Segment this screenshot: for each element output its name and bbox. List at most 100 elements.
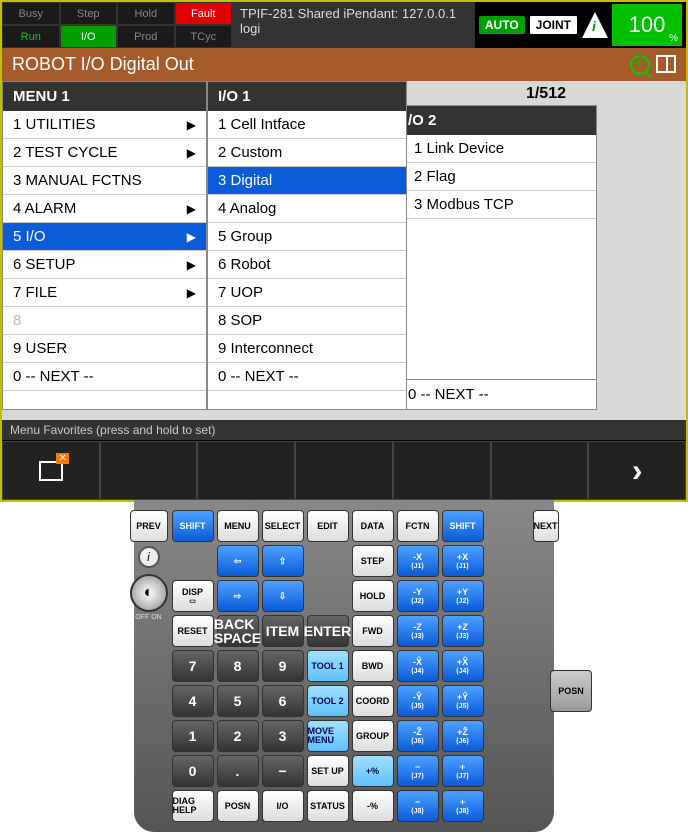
- split-view-icon[interactable]: [656, 55, 676, 73]
- key-step[interactable]: STEP: [352, 545, 394, 577]
- key-jog-xplus[interactable]: +X(J1): [442, 545, 484, 577]
- key-tool1[interactable]: TOOL 1: [307, 650, 349, 682]
- key-jog-yplus[interactable]: +Y(J2): [442, 580, 484, 612]
- menu-item-group[interactable]: 5 Group: [208, 223, 406, 251]
- menu-item-i-o[interactable]: 5 I/O▶: [3, 223, 206, 251]
- menu-item-robot[interactable]: 6 Robot: [208, 251, 406, 279]
- key-jog-yminus[interactable]: -Y(J2): [397, 580, 439, 612]
- key-posn[interactable]: POSN: [217, 790, 259, 822]
- key-jog-rxminus[interactable]: -X̂(J4): [397, 650, 439, 682]
- zoom-icon[interactable]: [630, 55, 650, 75]
- menu-item-setup[interactable]: 6 SETUP▶: [3, 251, 206, 279]
- key-setup[interactable]: SET UP: [307, 755, 349, 787]
- key-num0[interactable]: 0: [172, 755, 214, 787]
- key-group[interactable]: GROUP: [352, 720, 394, 752]
- warning-icon[interactable]: [582, 12, 608, 38]
- key-num4[interactable]: 4: [172, 685, 214, 717]
- key-hold[interactable]: HOLD: [352, 580, 394, 612]
- key-posn-side[interactable]: POSN: [550, 670, 592, 712]
- menu-item-alarm[interactable]: 4 ALARM▶: [3, 195, 206, 223]
- key-backspace[interactable]: BACK SPACE: [217, 615, 259, 647]
- key-num8[interactable]: 8: [217, 650, 259, 682]
- menu-item-test-cycle[interactable]: 2 TEST CYCLE▶: [3, 139, 206, 167]
- key-pctminus[interactable]: -%: [352, 790, 394, 822]
- key-num2[interactable]: 2: [217, 720, 259, 752]
- favorite-slot-2[interactable]: [100, 441, 198, 500]
- menu-item-modbus-tcp[interactable]: 3 Modbus TCP: [398, 191, 596, 219]
- onoff-switch[interactable]: ◐: [130, 574, 168, 612]
- key-jog-zplus[interactable]: +Z(J3): [442, 615, 484, 647]
- key-arrow-up[interactable]: ⇧: [262, 545, 304, 577]
- key-num7[interactable]: 7: [172, 650, 214, 682]
- key-fctn-5[interactable]: FCTN: [397, 510, 439, 542]
- key-jog-ryplus[interactable]: +Ŷ(J5): [442, 685, 484, 717]
- menu-item-link-device[interactable]: 1 Link Device: [398, 135, 596, 163]
- key-jog-ryminus[interactable]: -Ŷ(J5): [397, 685, 439, 717]
- favorite-slot-5[interactable]: [393, 441, 491, 500]
- menu-item-manual-fctns[interactable]: 3 MANUAL FCTNS: [3, 167, 206, 195]
- key-enter[interactable]: ENTER: [307, 615, 349, 647]
- menu-item-file[interactable]: 7 FILE▶: [3, 279, 206, 307]
- key-status[interactable]: STATUS: [307, 790, 349, 822]
- key-jog-j8plus[interactable]: +(J8): [442, 790, 484, 822]
- menu-item-uop[interactable]: 7 UOP: [208, 279, 406, 307]
- favorite-slot-3[interactable]: [197, 441, 295, 500]
- menu-item-interconnect[interactable]: 9 Interconnect: [208, 335, 406, 363]
- key-num5[interactable]: 5: [217, 685, 259, 717]
- key-num9[interactable]: 9: [262, 650, 304, 682]
- menu-item-digital[interactable]: 3 Digital: [208, 167, 406, 195]
- key-jog-rzminus[interactable]: -Ẑ(J6): [397, 720, 439, 752]
- key-item[interactable]: ITEM: [262, 615, 304, 647]
- close-icon[interactable]: [39, 461, 63, 481]
- key-fwd[interactable]: FWD: [352, 615, 394, 647]
- favorites-next[interactable]: ›: [588, 441, 686, 500]
- key-pctplus[interactable]: +%: [352, 755, 394, 787]
- key-arrow-down[interactable]: ⇩: [262, 580, 304, 612]
- key-arrow-right[interactable]: ⇨: [217, 580, 259, 612]
- key-numminus[interactable]: −: [262, 755, 304, 787]
- key-movemenu[interactable]: MOVE MENU: [307, 720, 349, 752]
- menu-item-sop[interactable]: 8 SOP: [208, 307, 406, 335]
- menu-item-user[interactable]: 9 USER: [3, 335, 206, 363]
- key-shift-0[interactable]: SHIFT: [172, 510, 214, 542]
- key-reset[interactable]: RESET: [172, 615, 214, 647]
- key-jog-zminus[interactable]: -Z(J3): [397, 615, 439, 647]
- key-disp[interactable]: DISP▭: [172, 580, 214, 612]
- key-arrow-left[interactable]: ⇦: [217, 545, 259, 577]
- key-menu-1[interactable]: MENU: [217, 510, 259, 542]
- key-jog-xminus[interactable]: -X(J1): [397, 545, 439, 577]
- key-tool2[interactable]: TOOL 2: [307, 685, 349, 717]
- key-jog-j8minus[interactable]: −(J8): [397, 790, 439, 822]
- favorite-slot-4[interactable]: [295, 441, 393, 500]
- key-bwd[interactable]: BWD: [352, 650, 394, 682]
- key-jog-j7minus[interactable]: −(J7): [397, 755, 439, 787]
- menu-item--next-[interactable]: 0 -- NEXT --: [3, 363, 206, 391]
- key-jog-rxplus[interactable]: +X̂(J4): [442, 650, 484, 682]
- key-num6[interactable]: 6: [262, 685, 304, 717]
- key-coord[interactable]: COORD: [352, 685, 394, 717]
- key-num3[interactable]: 3: [262, 720, 304, 752]
- info-icon[interactable]: i: [138, 546, 160, 568]
- key-select-2[interactable]: SELECT: [262, 510, 304, 542]
- menu-item-flag[interactable]: 2 Flag: [398, 163, 596, 191]
- key-edit-3[interactable]: EDIT: [307, 510, 349, 542]
- key-jog-rzplus[interactable]: +Ẑ(J6): [442, 720, 484, 752]
- key-diaghelp[interactable]: DIAG HELP: [172, 790, 214, 822]
- menu-item-utilities[interactable]: 1 UTILITIES▶: [3, 111, 206, 139]
- key-shift-6[interactable]: SHIFT: [442, 510, 484, 542]
- key-jog-j7plus[interactable]: +(J7): [442, 755, 484, 787]
- menu-io-2-next[interactable]: 0 -- NEXT --: [398, 379, 596, 409]
- key-io[interactable]: I/O: [262, 790, 304, 822]
- favorite-slot-1[interactable]: [2, 441, 100, 500]
- key-prev[interactable]: PREV: [130, 510, 168, 542]
- menu-item-8[interactable]: 8: [3, 307, 206, 335]
- key-next[interactable]: NEXT: [533, 510, 559, 542]
- key-numdot[interactable]: .: [217, 755, 259, 787]
- menu-item-cell-intface[interactable]: 1 Cell Intface: [208, 111, 406, 139]
- menu-item-analog[interactable]: 4 Analog: [208, 195, 406, 223]
- favorite-slot-6[interactable]: [491, 441, 589, 500]
- key-num1[interactable]: 1: [172, 720, 214, 752]
- override-pct[interactable]: 100%: [612, 4, 682, 46]
- key-data-4[interactable]: DATA: [352, 510, 394, 542]
- menu-item--next-[interactable]: 0 -- NEXT --: [208, 363, 406, 391]
